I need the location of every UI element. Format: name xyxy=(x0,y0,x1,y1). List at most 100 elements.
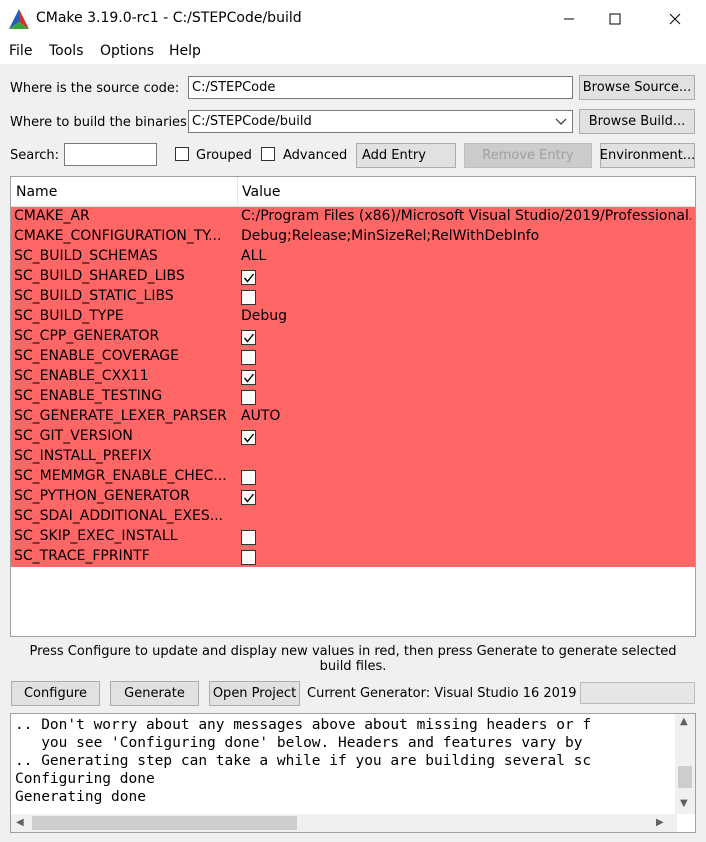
open-project-button[interactable]: Open Project xyxy=(209,681,300,706)
browse-build-button[interactable]: Browse Build... xyxy=(579,109,695,134)
variable-value[interactable]: C:/Program Files (x86)/Microsoft Visual … xyxy=(241,208,691,224)
table-row[interactable]: SC_PYTHON_GENERATOR xyxy=(11,487,695,507)
table-row[interactable]: SC_INSTALL_PREFIX xyxy=(11,447,695,467)
variable-name: CMAKE_CONFIGURATION_TY... xyxy=(14,228,222,244)
checked-checkbox[interactable] xyxy=(241,330,256,345)
advanced-label: Advanced xyxy=(283,148,348,163)
variable-name: SC_CPP_GENERATOR xyxy=(14,328,160,344)
unchecked-checkbox[interactable] xyxy=(241,290,256,305)
variable-name: SC_ENABLE_TESTING xyxy=(14,388,163,404)
checked-checkbox[interactable] xyxy=(241,270,256,285)
variable-name: SC_MEMMGR_ENABLE_CHEC... xyxy=(14,468,227,484)
value-column-header[interactable]: Value xyxy=(242,184,280,200)
progress-bar xyxy=(580,682,695,704)
scroll-up-icon[interactable]: ▲ xyxy=(680,716,688,727)
search-input[interactable] xyxy=(64,143,157,166)
unchecked-checkbox[interactable] xyxy=(241,390,256,405)
output-log: .. Don't worry about any messages above … xyxy=(10,713,696,833)
menu-options[interactable]: Options xyxy=(100,43,154,59)
configure-hint-text: Press Configure to update and display ne… xyxy=(29,644,677,674)
scroll-left-icon[interactable]: ◀ xyxy=(16,817,24,828)
table-row[interactable]: SC_GENERATE_LEXER_PARSER AUTO xyxy=(11,407,695,427)
grouped-checkbox[interactable] xyxy=(175,147,189,161)
source-path-input[interactable]: C:/STEPCode xyxy=(188,76,573,99)
unchecked-checkbox[interactable] xyxy=(241,350,256,365)
table-header: Name Value xyxy=(11,177,695,207)
chevron-down-icon[interactable] xyxy=(554,114,568,128)
checked-checkbox[interactable] xyxy=(241,370,256,385)
configure-button[interactable]: Configure xyxy=(11,681,100,706)
variable-name: SC_BUILD_STATIC_LIBS xyxy=(14,288,174,304)
name-column-header[interactable]: Name xyxy=(16,184,57,200)
unchecked-checkbox[interactable] xyxy=(241,470,256,485)
variable-value[interactable]: ALL xyxy=(241,248,691,264)
variable-name: SC_INSTALL_PREFIX xyxy=(14,448,152,464)
cmake-logo-icon xyxy=(8,8,30,30)
add-entry-button[interactable]: Add Entry xyxy=(356,143,456,168)
log-line: Configuring done xyxy=(15,771,155,787)
advanced-checkbox[interactable] xyxy=(261,147,275,161)
table-row[interactable]: SC_GIT_VERSION xyxy=(11,427,695,447)
table-row[interactable]: SC_TRACE_FPRINTF xyxy=(11,547,695,567)
variable-name: SC_BUILD_SCHEMAS xyxy=(14,248,158,264)
title-bar: CMake 3.19.0-rc1 - C:/STEPCode/build xyxy=(0,0,706,38)
table-row[interactable]: SC_BUILD_SCHEMAS ALL xyxy=(11,247,695,267)
remove-entry-button[interactable]: Remove Entry xyxy=(464,143,592,168)
menu-bar: File Tools Options Help xyxy=(0,38,706,64)
variable-name: SC_GENERATE_LEXER_PARSER xyxy=(14,408,227,424)
table-row[interactable]: SC_ENABLE_COVERAGE xyxy=(11,347,695,367)
table-row[interactable]: SC_ENABLE_TESTING xyxy=(11,387,695,407)
table-row[interactable]: SC_BUILD_TYPE Debug xyxy=(11,307,695,327)
unchecked-checkbox[interactable] xyxy=(241,530,256,545)
grouped-label: Grouped xyxy=(196,148,252,163)
horizontal-scrollbar[interactable]: ◀ ▶ xyxy=(11,814,677,832)
column-divider[interactable] xyxy=(237,177,238,207)
unchecked-checkbox[interactable] xyxy=(241,550,256,565)
browse-source-button[interactable]: Browse Source... xyxy=(579,75,695,100)
table-row[interactable]: SC_CPP_GENERATOR xyxy=(11,327,695,347)
checked-checkbox[interactable] xyxy=(241,430,256,445)
vertical-scrollbar[interactable]: ▲ ▼ xyxy=(675,714,695,814)
scroll-down-icon[interactable]: ▼ xyxy=(680,798,688,809)
variable-name: SC_SDAI_ADDITIONAL_EXES... xyxy=(14,508,224,524)
horizontal-scroll-thumb[interactable] xyxy=(32,816,297,830)
variable-name: SC_TRACE_FPRINTF xyxy=(14,548,150,564)
checked-checkbox[interactable] xyxy=(241,490,256,505)
log-line: you see 'Configuring done' below. Header… xyxy=(15,735,583,751)
log-line: .. Don't worry about any messages above … xyxy=(15,717,592,733)
table-rows: CMAKE_AR C:/Program Files (x86)/Microsoft… xyxy=(11,207,695,567)
variable-value[interactable]: Debug xyxy=(241,308,691,324)
menu-file[interactable]: File xyxy=(9,43,32,59)
current-generator-label: Current Generator: Visual Studio 16 2019 xyxy=(307,686,577,701)
table-row[interactable]: SC_BUILD_SHARED_LIBS xyxy=(11,267,695,287)
build-label: Where to build the binaries: xyxy=(10,115,192,130)
table-row[interactable]: SC_MEMMGR_ENABLE_CHEC... xyxy=(11,467,695,487)
table-row[interactable]: SC_SDAI_ADDITIONAL_EXES... xyxy=(11,507,695,527)
table-row[interactable]: SC_BUILD_STATIC_LIBS xyxy=(11,287,695,307)
close-button[interactable] xyxy=(652,0,698,38)
cache-variables-table: Name Value CMAKE_AR C:/Program Files (x86… xyxy=(10,176,696,637)
scroll-right-icon[interactable]: ▶ xyxy=(656,817,664,828)
build-path-combobox[interactable]: C:/STEPCode/build xyxy=(188,110,573,133)
table-row[interactable]: CMAKE_CONFIGURATION_TY... Debug;Release;M… xyxy=(11,227,695,247)
variable-value[interactable]: AUTO xyxy=(241,408,691,424)
environment-button[interactable]: Environment... xyxy=(600,143,695,168)
log-line: Generating done xyxy=(15,789,146,805)
table-row[interactable]: SC_SKIP_EXEC_INSTALL xyxy=(11,527,695,547)
maximize-button[interactable] xyxy=(592,0,638,38)
variable-value[interactable]: Debug;Release;MinSizeRel;RelWithDebInfo xyxy=(241,228,691,244)
variable-name: SC_ENABLE_CXX11 xyxy=(14,368,149,384)
table-row[interactable]: SC_ENABLE_CXX11 xyxy=(11,367,695,387)
search-label: Search: xyxy=(10,148,60,163)
generate-button[interactable]: Generate xyxy=(110,681,199,706)
vertical-scroll-thumb[interactable] xyxy=(678,766,692,788)
variable-name: CMAKE_AR xyxy=(14,208,90,224)
output-log-text: .. Don't worry about any messages above … xyxy=(15,716,673,812)
minimize-button[interactable] xyxy=(546,0,592,38)
log-line: .. Generating step can take a while if y… xyxy=(15,753,592,769)
menu-help[interactable]: Help xyxy=(169,43,201,59)
variable-name: SC_SKIP_EXEC_INSTALL xyxy=(14,528,178,544)
window-title: CMake 3.19.0-rc1 - C:/STEPCode/build xyxy=(36,10,302,26)
menu-tools[interactable]: Tools xyxy=(49,43,84,59)
table-row[interactable]: CMAKE_AR C:/Program Files (x86)/Microsoft… xyxy=(11,207,695,227)
